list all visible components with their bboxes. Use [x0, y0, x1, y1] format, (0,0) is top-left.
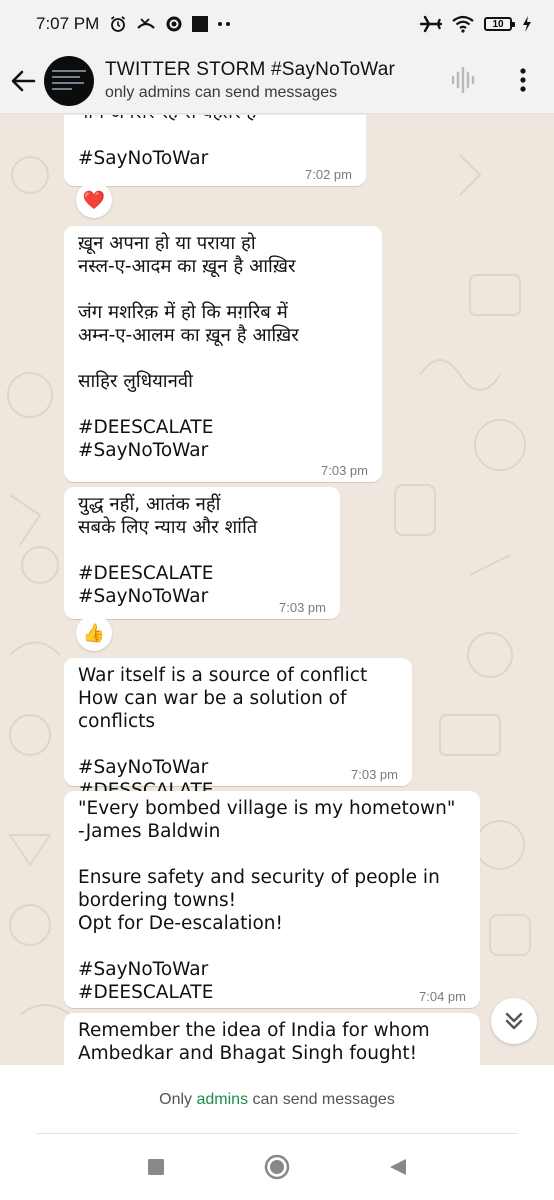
back-triangle-icon [390, 1159, 406, 1175]
message-text: युद्ध नहीं, आतंक नहीं सबके लिए न्याय और … [78, 494, 258, 607]
battery-icon: 10 [484, 17, 515, 31]
group-subtitle: only admins can send messages [105, 84, 338, 101]
chat-area[interactable]: नाम अनसेर रहे से बहतर ह #SayNoToWar 7:02… [0, 115, 554, 1065]
voice-chat-button[interactable] [448, 62, 478, 98]
airplane-icon [420, 15, 442, 33]
message-bubble[interactable]: युद्ध नहीं, आतंक नहीं सबके लिए न्याय और … [64, 487, 340, 619]
charging-icon [522, 16, 532, 32]
footer-text: Only admins can send messages [159, 1091, 395, 1109]
admins-only-footer: Only admins can send messages [0, 1065, 554, 1135]
avatar-graphic [52, 69, 86, 94]
message-bubble[interactable]: ख़ून अपना हो या पराया हो नस्ल-ए-आदम का ख… [64, 226, 382, 482]
message-bubble[interactable]: "Every bombed village is my hometown" -J… [64, 791, 480, 1008]
app-square-icon [192, 16, 209, 32]
audio-wave-icon [451, 66, 475, 94]
whatsapp-icon [165, 15, 183, 33]
footer-prefix: Only [159, 1091, 197, 1108]
message-bubble[interactable]: Remember the idea of India for whom Ambe… [64, 1013, 480, 1065]
double-chevron-down-icon [505, 1012, 523, 1030]
missed-call-icon [136, 16, 156, 32]
message-bubble[interactable]: नाम अनसेर रहे से बहतर ह #SayNoToWar 7:02… [64, 115, 366, 186]
more-dots-icon [217, 21, 231, 27]
more-vert-icon [520, 68, 526, 92]
group-avatar[interactable] [44, 55, 94, 106]
footer-suffix: can send messages [248, 1091, 395, 1108]
message-reaction[interactable]: ❤️ [76, 182, 112, 218]
message-time: 7:04 pm [419, 989, 466, 1004]
status-right-icons: 10 [420, 15, 532, 33]
message-time: 7:02 pm [305, 167, 352, 182]
recents-button[interactable] [143, 1154, 169, 1180]
chat-header: TWITTER STORM #SayNoToWar only admins ca… [0, 48, 554, 114]
message-time: 7:03 pm [321, 463, 368, 478]
system-nav-bar [0, 1134, 554, 1200]
message-time: 7:03 pm [279, 600, 326, 615]
back-arrow-button[interactable] [2, 61, 44, 101]
message-time: 7:03 pm [351, 767, 398, 782]
recents-square-icon [148, 1159, 164, 1175]
message-bubble[interactable]: War itself is a source of conflict How c… [64, 658, 412, 801]
overflow-menu-button[interactable] [508, 62, 538, 98]
home-circle-icon [264, 1154, 290, 1180]
home-button[interactable] [264, 1154, 290, 1180]
message-text: War itself is a source of conflict How c… [78, 665, 368, 801]
message-text: नाम अनसेर रहे से बहतर ह #SayNoToWar [78, 115, 256, 169]
alarm-icon [109, 15, 127, 33]
message-text: "Every bombed village is my hometown" -J… [78, 798, 456, 1003]
message-reaction[interactable]: 👍 [76, 615, 112, 651]
message-text: Remember the idea of India for whom Ambe… [78, 1020, 430, 1064]
status-bar: 7:07 PM 10 [0, 0, 554, 48]
message-text: ख़ून अपना हो या पराया हो नस्ल-ए-आदम का ख… [78, 233, 299, 461]
back-arrow-icon [11, 70, 36, 91]
status-time: 7:07 PM [36, 14, 100, 33]
status-left-icons [109, 15, 231, 33]
admins-link[interactable]: admins [197, 1091, 249, 1108]
group-info[interactable]: TWITTER STORM #SayNoToWar only admins ca… [105, 59, 395, 102]
back-button[interactable] [385, 1154, 411, 1180]
group-title: TWITTER STORM #SayNoToWar [105, 59, 396, 80]
scroll-to-bottom-button[interactable] [491, 998, 537, 1044]
wifi-icon [452, 15, 474, 33]
